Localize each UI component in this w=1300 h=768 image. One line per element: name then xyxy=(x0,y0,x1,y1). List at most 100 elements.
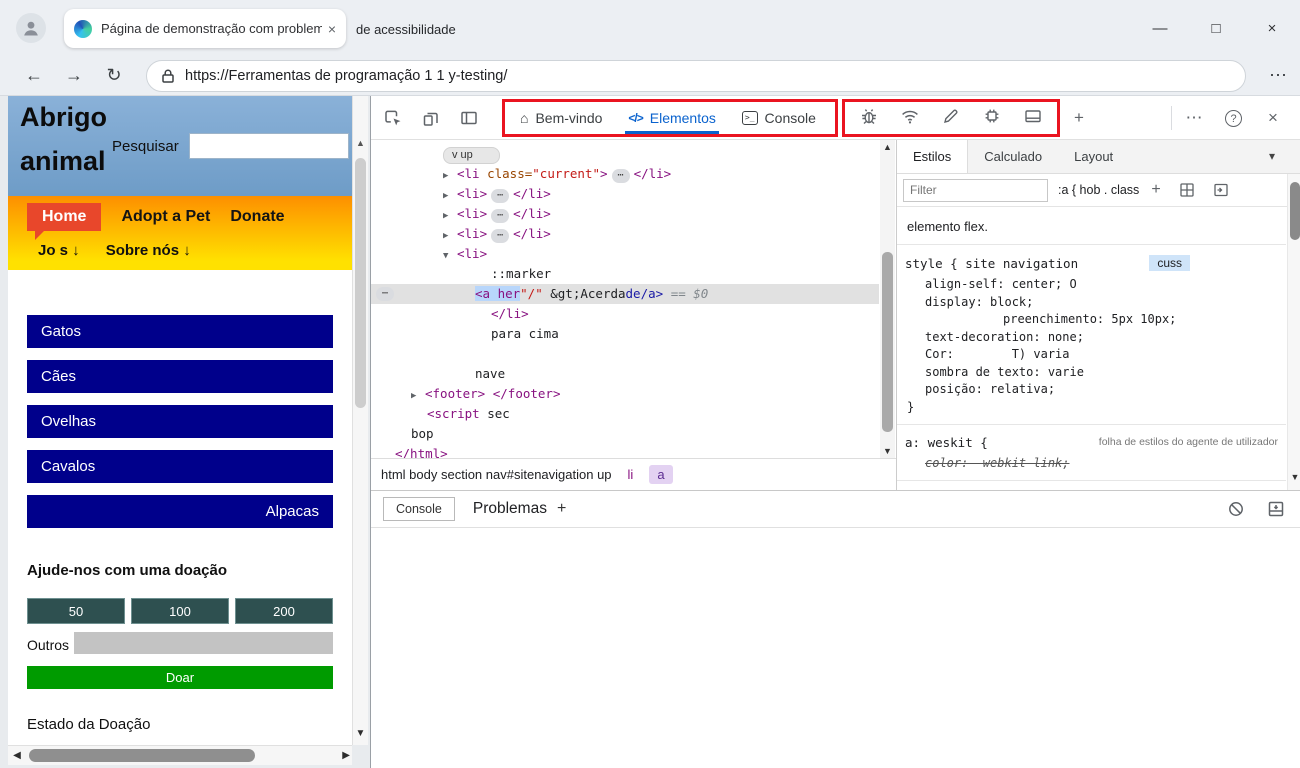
devtools-close-button[interactable]: × xyxy=(1260,106,1286,130)
computed-panel-icon[interactable] xyxy=(1213,182,1229,198)
styles-tab-calculado[interactable]: Calculado xyxy=(968,140,1058,173)
category-button-alpacas[interactable]: Alpacas xyxy=(27,495,333,528)
dom-tree-scrollbar[interactable]: ▲ ▼ xyxy=(880,140,895,458)
scroll-down-icon[interactable]: ▼ xyxy=(880,446,895,456)
css-declaration[interactable]: text-decoration: none; xyxy=(905,329,1278,347)
devtools-tab-console[interactable]: >_ Console xyxy=(729,102,829,134)
address-bar[interactable]: https://Ferramentas de programação 1 1 y… xyxy=(146,59,1246,92)
category-button-c-es[interactable]: Cães xyxy=(27,360,333,393)
css-declaration[interactable]: preenchimento: 5px 10px; xyxy=(905,311,1278,329)
dom-tree-row[interactable]: para cima xyxy=(371,324,879,344)
scroll-right-icon[interactable]: ▶ xyxy=(342,750,350,761)
dom-tree-row[interactable]: ⋯ <a her"/" &gt;Acerdade/a> == $0 xyxy=(371,284,879,304)
breadcrumb-a-selected[interactable]: a xyxy=(649,465,673,484)
chevron-down-icon[interactable]: ▾ xyxy=(1269,149,1275,163)
devtools-more-button[interactable]: ⋯ xyxy=(1181,106,1207,130)
breadcrumb-path[interactable]: html body section nav#sitenavigation up xyxy=(381,467,612,482)
cpu-performance-icon[interactable] xyxy=(982,106,1002,131)
grid-editor-icon[interactable] xyxy=(1179,182,1195,198)
dom-tree-row[interactable] xyxy=(371,344,879,364)
devtools-tab-bem-vindo[interactable]: ⌂ Bem-vindo xyxy=(507,102,615,134)
nav-item-donate[interactable]: Donate xyxy=(230,208,284,226)
profile-avatar[interactable] xyxy=(16,13,46,43)
disclosure-arrow-icon[interactable]: ▶ xyxy=(443,186,457,206)
css-declaration[interactable]: posição: relativa; xyxy=(905,381,1278,399)
dock-side-icon[interactable] xyxy=(459,108,479,128)
dom-tree-row[interactable]: bop xyxy=(371,424,879,444)
scrollbar-thumb[interactable] xyxy=(1290,182,1300,240)
category-button-gatos[interactable]: Gatos xyxy=(27,315,333,348)
back-button[interactable]: ← xyxy=(14,65,54,86)
edit-pen-icon[interactable] xyxy=(941,106,961,131)
css-declaration[interactable]: Cor: T) varia xyxy=(905,346,1278,364)
storage-icon[interactable] xyxy=(1023,106,1043,131)
css-source-link[interactable]: cuss xyxy=(1149,255,1190,271)
tab-close-icon[interactable]: × xyxy=(328,21,336,37)
disclosure-arrow-icon[interactable]: ▼ xyxy=(443,246,457,266)
nav-item-jo-s[interactable]: Jo s ↓ xyxy=(38,242,80,259)
css-declaration[interactable]: display: block; xyxy=(905,294,1278,312)
device-toolbar-icon[interactable] xyxy=(421,108,441,128)
css-declaration[interactable]: sombra de texto: varie xyxy=(905,364,1278,382)
css-declaration[interactable]: align-self: center; O xyxy=(905,276,1278,294)
disclosure-arrow-icon[interactable]: ▶ xyxy=(443,226,457,246)
inspect-element-icon[interactable] xyxy=(383,108,403,128)
disclosure-arrow-icon[interactable]: ▶ xyxy=(443,166,457,186)
debug-icon[interactable] xyxy=(859,106,879,131)
css-source-link[interactable]: folha de estilos do agente de utilizador xyxy=(1099,436,1278,448)
add-devtools-tab-button[interactable]: + xyxy=(1066,106,1092,130)
page-horizontal-scrollbar[interactable]: ◀ ▶ xyxy=(8,745,352,765)
styles-filter-input[interactable] xyxy=(903,178,1048,202)
pseudo-class-toggles[interactable]: :a { hob . class xyxy=(1058,183,1139,197)
styles-tab-layout[interactable]: Layout xyxy=(1058,140,1129,173)
breadcrumb-li[interactable]: li xyxy=(628,467,634,482)
reload-button[interactable]: ↻ xyxy=(94,65,134,86)
scrollbar-thumb[interactable] xyxy=(29,749,255,762)
dom-tree-row[interactable]: </html> xyxy=(371,444,879,458)
nav-item-home[interactable]: Home xyxy=(27,203,102,240)
category-button-cavalos[interactable]: Cavalos xyxy=(27,450,333,483)
dom-tree-row[interactable]: </li> xyxy=(371,304,879,324)
new-style-rule-icon[interactable]: + xyxy=(1151,181,1160,199)
amount-button-50[interactable]: 50 xyxy=(27,598,125,624)
amount-button-200[interactable]: 200 xyxy=(235,598,333,624)
scrollbar-thumb[interactable] xyxy=(355,158,366,408)
page-vertical-scrollbar[interactable]: ▲ ▼ xyxy=(352,96,368,745)
other-amount-input[interactable] xyxy=(74,632,333,654)
browser-tab[interactable]: Página de demonstração com problema × xyxy=(64,9,346,48)
search-input[interactable] xyxy=(189,133,349,159)
disclosure-arrow-icon[interactable]: ▶ xyxy=(411,386,425,406)
styles-scrollbar[interactable]: ▼ xyxy=(1287,174,1300,490)
dom-tree-row[interactable]: ::marker xyxy=(371,264,879,284)
css-declaration[interactable]: color: -webkit-link; xyxy=(905,455,1278,473)
dom-tree-row[interactable]: ▶ <li> ⋯ </li> xyxy=(371,204,879,224)
window-close-button[interactable]: × xyxy=(1244,20,1300,37)
dock-drawer-icon[interactable] xyxy=(1267,500,1285,523)
network-conditions-icon[interactable] xyxy=(900,106,920,131)
clear-console-icon[interactable] xyxy=(1227,500,1245,523)
drawer-tab-console[interactable]: Console xyxy=(383,497,455,521)
amount-button-100[interactable]: 100 xyxy=(131,598,229,624)
dom-tree-row[interactable]: <script sec xyxy=(371,404,879,424)
devtools-tab-elementos[interactable]: </> Elementos xyxy=(615,102,729,134)
drawer-add-icon[interactable]: + xyxy=(557,500,566,518)
nav-item-adopt-a-pet[interactable]: Adopt a Pet xyxy=(121,208,210,226)
category-button-ovelhas[interactable]: Ovelhas xyxy=(27,405,333,438)
styles-tab-estilos[interactable]: Estilos xyxy=(897,140,969,173)
scroll-up-icon[interactable]: ▲ xyxy=(880,142,895,152)
devtools-help-button[interactable]: ? xyxy=(1225,110,1242,127)
dom-tree-row[interactable]: ▶ <footer> </footer> xyxy=(371,384,879,404)
drawer-tab-problems[interactable]: Problemas xyxy=(473,500,547,518)
donate-button[interactable]: Doar xyxy=(27,666,333,689)
dom-tree-row[interactable]: ▼ <li> xyxy=(371,244,879,264)
scroll-down-icon[interactable]: ▼ xyxy=(353,728,368,739)
scroll-down-icon[interactable]: ▼ xyxy=(1288,472,1300,482)
scrollbar-thumb[interactable] xyxy=(882,252,893,432)
nav-item-sobre-n-s[interactable]: Sobre nós ↓ xyxy=(106,242,191,259)
disclosure-arrow-icon[interactable]: ▶ xyxy=(443,206,457,226)
css-selector[interactable]: style { site navigation xyxy=(905,256,1078,271)
window-minimize-button[interactable]: — xyxy=(1132,20,1188,37)
dom-tree-row[interactable]: ▶ <li> ⋯ </li> xyxy=(371,224,879,244)
dom-tree-row[interactable]: nave xyxy=(371,364,879,384)
dom-tree-row[interactable]: ▶ <li> ⋯ </li> xyxy=(371,184,879,204)
